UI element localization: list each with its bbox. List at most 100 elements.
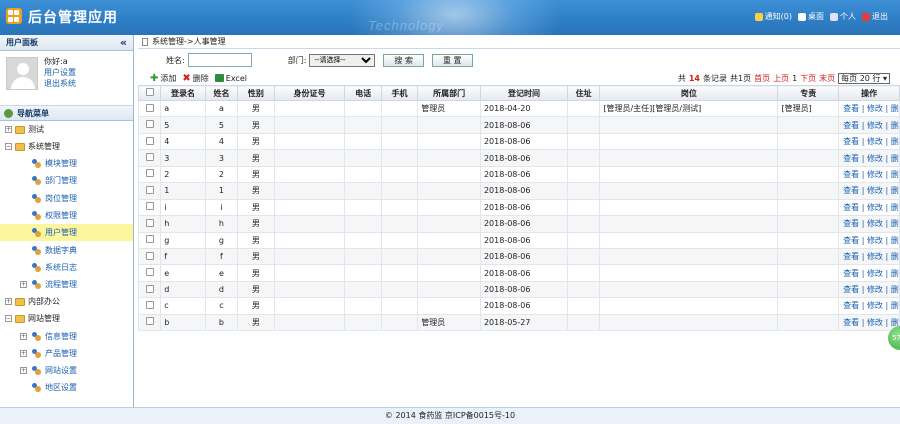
per-page-select[interactable]: 每页 20 行 ▾ — [838, 72, 890, 84]
row-checkbox[interactable] — [145, 169, 154, 178]
tree-leaf[interactable]: 数据字典 — [0, 241, 133, 258]
view-link[interactable]: 查看 — [843, 252, 859, 261]
pager-last[interactable]: 末页 — [819, 73, 835, 84]
tree-leaf[interactable]: + 网站设置 — [0, 362, 133, 379]
edit-link[interactable]: 修改 — [867, 269, 883, 278]
delete-link[interactable]: 删除 — [891, 203, 899, 212]
expand-icon[interactable]: + — [20, 332, 27, 340]
row-checkbox[interactable] — [145, 235, 154, 244]
row-checkbox[interactable] — [145, 185, 154, 194]
row-checkbox-cell[interactable] — [137, 215, 162, 233]
edit-link[interactable]: 修改 — [867, 104, 883, 113]
delete-link[interactable]: 删除 — [891, 104, 899, 113]
add-button[interactable]: ✚ 添加 — [150, 73, 176, 84]
collapse-icon[interactable]: − — [5, 143, 12, 150]
dept-filter-select[interactable]: --请选择-- — [309, 53, 376, 67]
edit-link[interactable]: 修改 — [867, 252, 883, 261]
expand-icon[interactable]: + — [20, 367, 27, 375]
delete-link[interactable]: 删除 — [891, 269, 899, 278]
name-filter-input[interactable] — [187, 53, 252, 67]
delete-link[interactable]: 删除 — [891, 186, 899, 195]
view-link[interactable]: 查看 — [843, 121, 859, 130]
edit-link[interactable]: 修改 — [867, 285, 883, 294]
row-checkbox-cell[interactable] — [137, 165, 162, 184]
delete-link[interactable]: 删除 — [891, 301, 899, 310]
excel-button[interactable]: Excel — [214, 74, 247, 83]
header-link-home[interactable]: 桌面 — [798, 11, 824, 22]
row-checkbox-cell[interactable] — [137, 182, 162, 200]
row-checkbox[interactable] — [145, 268, 154, 277]
row-checkbox[interactable] — [145, 300, 154, 309]
view-link[interactable]: 查看 — [843, 170, 859, 179]
pager-prev[interactable]: 上页 — [773, 73, 789, 84]
view-link[interactable]: 查看 — [843, 219, 859, 228]
view-link[interactable]: 查看 — [843, 285, 859, 294]
tree-leaf[interactable]: + 产品管理 — [0, 345, 133, 362]
delete-link[interactable]: 删除 — [891, 252, 899, 261]
tree-leaf[interactable]: 系统日志 — [0, 259, 133, 276]
row-checkbox-cell[interactable] — [137, 132, 162, 151]
row-checkbox[interactable] — [145, 202, 154, 211]
row-checkbox[interactable] — [145, 317, 154, 326]
tree-node[interactable]: + 内部办公 — [0, 293, 133, 310]
tree-node[interactable]: − 网站管理 — [0, 310, 133, 327]
header-link-power[interactable]: 退出 — [862, 11, 888, 22]
view-link[interactable]: 查看 — [843, 301, 859, 310]
expand-icon[interactable]: + — [5, 126, 12, 133]
checkbox-icon[interactable] — [145, 88, 154, 96]
tree-leaf[interactable]: 岗位管理 — [0, 190, 133, 207]
tree-leaf[interactable]: 用户管理 — [0, 224, 133, 242]
view-link[interactable]: 查看 — [843, 186, 859, 195]
row-checkbox-cell[interactable] — [137, 149, 162, 167]
delete-link[interactable]: 删除 — [891, 236, 899, 245]
edit-link[interactable]: 修改 — [867, 318, 883, 327]
tree-leaf[interactable]: 地区设置 — [0, 379, 133, 396]
view-link[interactable]: 查看 — [843, 236, 859, 245]
edit-link[interactable]: 修改 — [867, 203, 883, 212]
tree-leaf[interactable]: + 信息管理 — [0, 327, 133, 344]
view-link[interactable]: 查看 — [843, 203, 859, 212]
edit-link[interactable]: 修改 — [867, 186, 883, 195]
row-checkbox[interactable] — [145, 284, 154, 293]
tree-leaf[interactable]: + 流程管理 — [0, 276, 133, 293]
pager-next[interactable]: 下页 — [800, 73, 816, 84]
view-link[interactable]: 查看 — [843, 318, 859, 327]
collapse-sidebar-button[interactable]: « — [120, 36, 127, 49]
delete-link[interactable]: 删除 — [891, 137, 899, 146]
delete-link[interactable]: 删除 — [891, 170, 899, 179]
expand-icon[interactable]: + — [20, 281, 27, 289]
delete-link[interactable]: 删除 — [891, 285, 899, 294]
row-checkbox-cell[interactable] — [137, 231, 162, 249]
edit-link[interactable]: 修改 — [867, 121, 883, 130]
edit-link[interactable]: 修改 — [867, 301, 883, 310]
collapse-icon[interactable]: − — [5, 315, 12, 323]
delete-link[interactable]: 删除 — [891, 219, 899, 228]
edit-link[interactable]: 修改 — [867, 236, 883, 245]
tree-leaf[interactable]: 权限管理 — [0, 207, 133, 224]
pager-first[interactable]: 首页 — [754, 73, 770, 84]
header-link-message[interactable]: 通知(0) — [754, 11, 792, 22]
row-checkbox[interactable] — [145, 218, 154, 227]
row-checkbox-cell[interactable] — [137, 247, 162, 266]
row-checkbox-cell[interactable] — [137, 99, 162, 118]
row-checkbox-cell[interactable] — [137, 198, 162, 217]
row-checkbox[interactable] — [145, 103, 154, 112]
view-link[interactable]: 查看 — [843, 104, 859, 113]
delete-link[interactable]: 删除 — [891, 154, 899, 163]
select-all-checkbox[interactable] — [137, 85, 162, 101]
row-checkbox[interactable] — [145, 136, 154, 145]
tree-leaf[interactable]: 部门管理 — [0, 172, 133, 189]
user-settings-link[interactable]: 用户设置 — [44, 67, 76, 78]
tree-leaf[interactable]: 模块管理 — [0, 155, 133, 172]
search-button[interactable]: 搜 索 — [383, 53, 424, 67]
view-link[interactable]: 查看 — [843, 269, 859, 278]
view-link[interactable]: 查看 — [843, 154, 859, 163]
row-checkbox-cell[interactable] — [137, 297, 162, 315]
row-checkbox[interactable] — [145, 153, 154, 162]
row-checkbox-cell[interactable] — [137, 116, 162, 134]
row-checkbox[interactable] — [145, 251, 154, 260]
row-checkbox-cell[interactable] — [137, 280, 162, 299]
edit-link[interactable]: 修改 — [867, 154, 883, 163]
tree-node[interactable]: + 测试 — [0, 121, 133, 138]
edit-link[interactable]: 修改 — [867, 170, 883, 179]
